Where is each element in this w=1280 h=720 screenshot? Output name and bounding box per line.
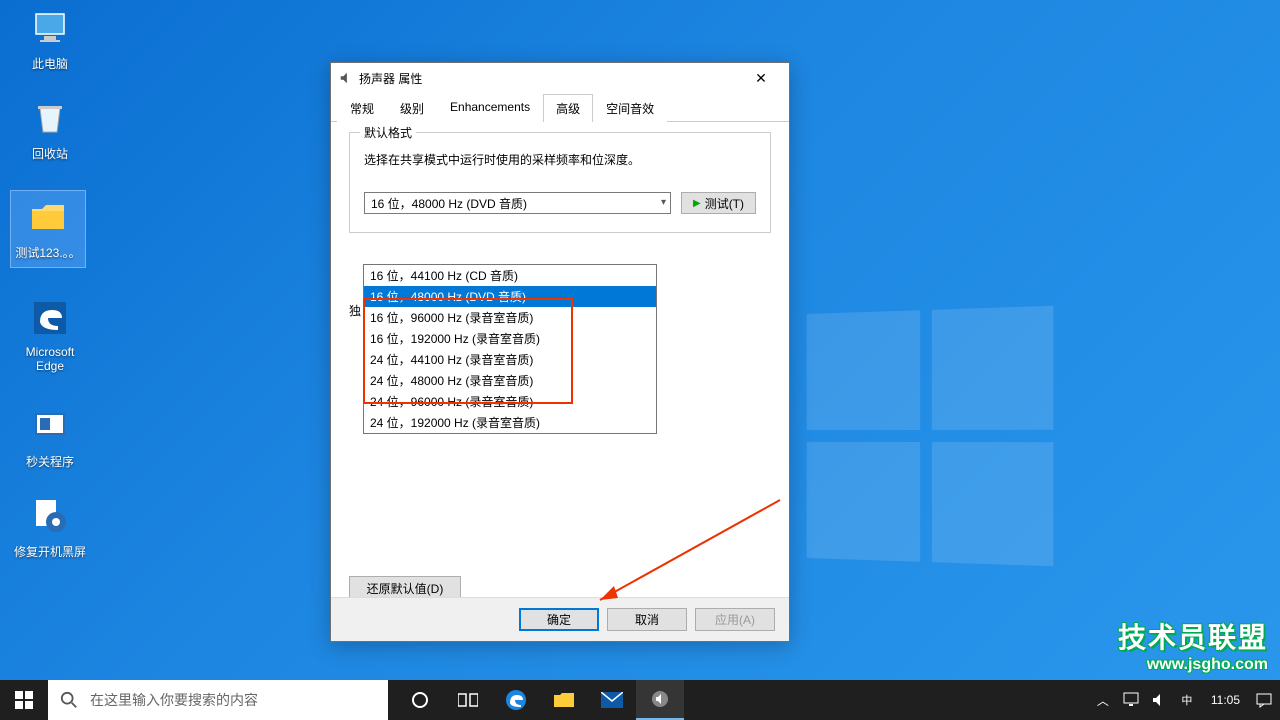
desktop-label: 秒关程序 — [12, 453, 88, 470]
start-button[interactable] — [0, 680, 48, 720]
desktop-icon-edge[interactable]: Microsoft Edge — [12, 298, 88, 373]
system-tray: ︿ 中 11:05 — [1093, 680, 1280, 720]
desktop-label: 此电脑 — [12, 55, 88, 72]
tray-ime-icon[interactable]: 中 — [1177, 690, 1197, 710]
dialog-button-bar: 确定 取消 应用(A) — [331, 597, 789, 641]
tab-advanced[interactable]: 高级 — [543, 94, 593, 122]
explorer-taskbar-icon[interactable] — [540, 680, 588, 720]
task-view-icon[interactable] — [444, 680, 492, 720]
close-button[interactable]: ✕ — [741, 64, 781, 92]
tab-content: 默认格式 选择在共享模式中运行时使用的采样频率和位深度。 16 位，48000 … — [331, 122, 789, 612]
tab-levels[interactable]: 级别 — [387, 94, 437, 122]
folder-icon — [28, 197, 68, 237]
format-option[interactable]: 16 位，48000 Hz (DVD 音质) — [364, 286, 656, 307]
format-option[interactable]: 24 位，96000 Hz (录音室音质) — [364, 391, 656, 412]
desktop-label: 修复开机黑屏 — [12, 543, 88, 560]
titlebar[interactable]: 扬声器 属性 ✕ — [331, 63, 789, 93]
chevron-down-icon: ▾ — [661, 197, 666, 208]
mail-taskbar-icon[interactable] — [588, 680, 636, 720]
search-box[interactable]: 在这里输入你要搜索的内容 — [48, 680, 388, 720]
desktop-icon-test-folder[interactable]: 测试123.。。 — [10, 190, 86, 268]
edge-taskbar-icon[interactable] — [492, 680, 540, 720]
taskbar-pinned — [396, 680, 684, 720]
desktop-icon-recycle-bin[interactable]: 回收站 — [12, 98, 88, 162]
tray-chevron-icon[interactable]: ︿ — [1093, 690, 1113, 710]
pc-icon — [30, 8, 70, 48]
format-option[interactable]: 24 位，44100 Hz (录音室音质) — [364, 349, 656, 370]
group-title: 默认格式 — [360, 124, 416, 141]
tab-general[interactable]: 常规 — [337, 94, 387, 122]
format-option[interactable]: 24 位，192000 Hz (录音室音质) — [364, 412, 656, 433]
cortana-icon[interactable] — [396, 680, 444, 720]
watermark: 技术员联盟 www.jsgho.com — [1118, 616, 1268, 674]
exclusive-mode-stub: 独 — [349, 302, 361, 319]
tray-clock[interactable]: 11:05 — [1205, 693, 1246, 707]
ok-button[interactable]: 确定 — [519, 608, 599, 631]
gear-icon — [30, 496, 70, 536]
action-center-icon[interactable] — [1254, 690, 1274, 710]
tray-network-icon[interactable] — [1121, 690, 1141, 710]
tab-spatial[interactable]: 空间音效 — [593, 94, 667, 122]
format-dropdown-list: 16 位，44100 Hz (CD 音质) 16 位，48000 Hz (DVD… — [363, 264, 657, 434]
dialog-title: 扬声器 属性 — [359, 70, 422, 87]
apply-button[interactable]: 应用(A) — [695, 608, 775, 631]
desktop-label: Microsoft Edge — [12, 345, 88, 373]
desktop-label: 回收站 — [12, 145, 88, 162]
app-icon — [30, 406, 70, 446]
tab-strip: 常规 级别 Enhancements 高级 空间音效 — [331, 93, 789, 122]
windows-icon — [15, 691, 33, 709]
format-description: 选择在共享模式中运行时使用的采样频率和位深度。 — [364, 151, 756, 168]
sound-settings-taskbar-icon[interactable] — [636, 680, 684, 720]
default-format-group: 默认格式 选择在共享模式中运行时使用的采样频率和位深度。 16 位，48000 … — [349, 132, 771, 233]
format-option[interactable]: 24 位，48000 Hz (录音室音质) — [364, 370, 656, 391]
search-placeholder: 在这里输入你要搜索的内容 — [90, 690, 258, 710]
combo-value: 16 位，48000 Hz (DVD 音质) — [371, 195, 527, 212]
search-icon — [60, 691, 78, 709]
watermark-main: 技术员联盟 — [1118, 616, 1268, 656]
format-option[interactable]: 16 位，44100 Hz (CD 音质) — [364, 265, 656, 286]
format-option[interactable]: 16 位，192000 Hz (录音室音质) — [364, 328, 656, 349]
watermark-sub: www.jsgho.com — [1118, 656, 1268, 674]
format-combobox[interactable]: 16 位，48000 Hz (DVD 音质) ▾ — [364, 192, 671, 214]
edge-icon — [30, 298, 70, 338]
desktop-label: 测试123.。。 — [11, 244, 85, 261]
play-icon: ▶ — [693, 198, 701, 209]
speaker-properties-dialog: 扬声器 属性 ✕ 常规 级别 Enhancements 高级 空间音效 默认格式… — [330, 62, 790, 642]
tab-enhancements[interactable]: Enhancements — [437, 94, 543, 122]
tray-volume-icon[interactable] — [1149, 690, 1169, 710]
test-button[interactable]: ▶ 测试(T) — [681, 192, 756, 214]
recycle-bin-icon — [30, 98, 70, 138]
test-label: 测试(T) — [705, 195, 744, 212]
format-option[interactable]: 16 位，96000 Hz (录音室音质) — [364, 307, 656, 328]
desktop-icon-repair[interactable]: 修复开机黑屏 — [12, 496, 88, 560]
cancel-button[interactable]: 取消 — [607, 608, 687, 631]
speaker-icon — [339, 71, 353, 85]
desktop-icon-this-pc[interactable]: 此电脑 — [12, 8, 88, 72]
desktop-icon-shutdown[interactable]: 秒关程序 — [12, 406, 88, 470]
taskbar: 在这里输入你要搜索的内容 ︿ 中 11:05 — [0, 680, 1280, 720]
